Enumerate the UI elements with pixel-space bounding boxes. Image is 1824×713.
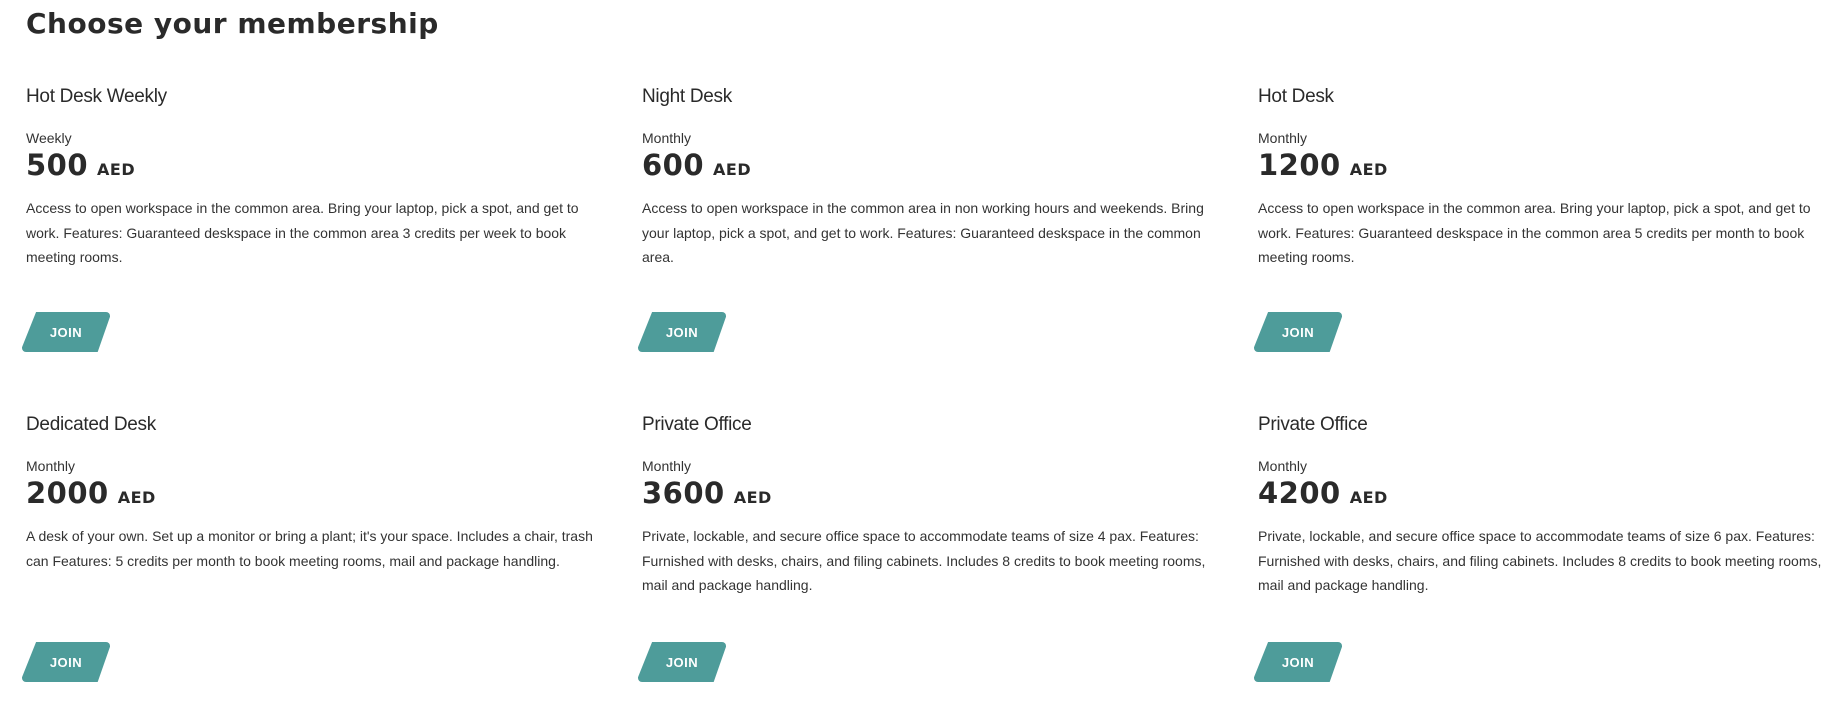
plan-period: Monthly [1258, 458, 1308, 474]
plan-period: Monthly [642, 130, 692, 146]
plan-description: Access to open workspace in the common a… [1258, 200, 1811, 265]
plan-description: Access to open workspace in the common a… [642, 200, 1204, 265]
price-row: 2000 AED [26, 476, 582, 512]
plan-card-hot-desk: Hot Desk Monthly 1200 AED Access to open… [1254, 86, 1816, 414]
plan-price: 2000 [26, 476, 109, 510]
plan-card-night-desk: Night Desk Monthly 600 AED Access to ope… [638, 86, 1258, 414]
plan-name: Hot Desk Weekly [26, 86, 167, 107]
plan-card-dedicated-desk: Dedicated Desk Monthly 2000 AED A desk o… [22, 414, 642, 682]
price-row: 1200 AED [1258, 148, 1756, 184]
plan-description: Private, lockable, and secure office spa… [642, 528, 1206, 593]
plan-currency: AED [97, 160, 136, 179]
plan-name: Night Desk [642, 86, 732, 107]
plan-description: Private, lockable, and secure office spa… [1258, 528, 1822, 593]
join-button[interactable]: JOIN [22, 312, 110, 352]
plan-card-private-office-4: Private Office Monthly 3600 AED Private,… [638, 414, 1258, 682]
plan-period: Weekly [26, 130, 72, 146]
page-title: Choose your membership [26, 7, 439, 40]
plan-card-private-office-6: Private Office Monthly 4200 AED Private,… [1254, 414, 1821, 682]
plan-name: Private Office [642, 414, 752, 435]
price-row: 3600 AED [642, 476, 1198, 512]
membership-page: Choose your membership Hot Desk Weekly W… [0, 0, 1824, 713]
join-button[interactable]: JOIN [1254, 642, 1342, 682]
plan-price: 600 [642, 148, 705, 182]
join-button[interactable]: JOIN [1254, 312, 1342, 352]
plan-period: Monthly [26, 458, 76, 474]
plan-currency: AED [117, 488, 156, 507]
price-row: 500 AED [26, 148, 582, 184]
plan-currency: AED [1349, 488, 1388, 507]
join-button[interactable]: JOIN [638, 312, 726, 352]
plan-currency: AED [1349, 160, 1388, 179]
join-button[interactable]: JOIN [22, 642, 110, 682]
plan-currency: AED [713, 160, 752, 179]
join-button[interactable]: JOIN [638, 642, 726, 682]
plan-description: A desk of your own. Set up a monitor or … [26, 528, 593, 569]
price-row: 4200 AED [1258, 476, 1756, 512]
plan-period: Monthly [642, 458, 692, 474]
plan-price: 1200 [1258, 148, 1341, 182]
plan-name: Private Office [1258, 414, 1368, 435]
plan-name: Hot Desk [1258, 86, 1334, 107]
plan-name: Dedicated Desk [26, 414, 156, 435]
price-row: 600 AED [642, 148, 1198, 184]
plan-card-hot-desk-weekly: Hot Desk Weekly Weekly 500 AED Access to… [22, 86, 642, 414]
plan-description: Access to open workspace in the common a… [26, 200, 579, 265]
plan-period: Monthly [1258, 130, 1308, 146]
plan-price: 500 [26, 148, 89, 182]
plan-price: 4200 [1258, 476, 1341, 510]
plan-price: 3600 [642, 476, 725, 510]
membership-grid: Hot Desk Weekly Weekly 500 AED Access to… [22, 86, 1821, 682]
plan-currency: AED [733, 488, 772, 507]
